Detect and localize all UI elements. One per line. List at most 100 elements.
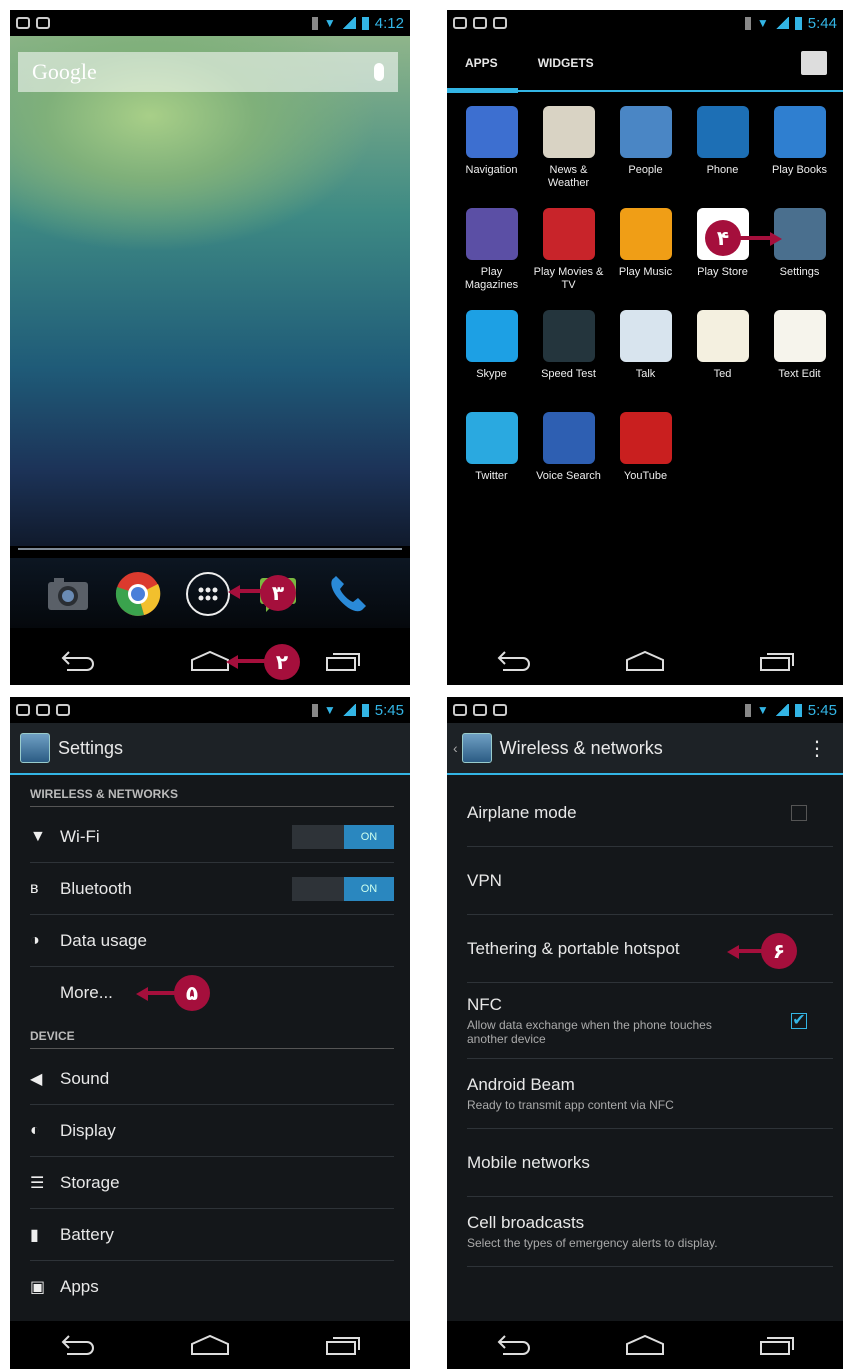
people-icon	[619, 106, 672, 158]
overflow-menu-icon[interactable]: ⋮	[807, 736, 827, 761]
play-store-shortcut-icon[interactable]	[801, 51, 827, 75]
home-button[interactable]	[615, 1330, 675, 1360]
setting-nfc[interactable]: NFC Allow data exchange when the phone t…	[467, 983, 833, 1059]
notification-icon	[16, 17, 30, 29]
battery-icon	[361, 703, 369, 717]
dock-divider	[18, 548, 402, 550]
app-talk[interactable]: Talk	[607, 310, 684, 412]
app-ted[interactable]: Ted	[684, 310, 761, 412]
tab-apps[interactable]: APPS	[447, 35, 518, 93]
app-play-music[interactable]: Play Music	[607, 208, 684, 310]
setting-cell-broadcasts[interactable]: Cell broadcasts Select the types of emer…	[467, 1197, 833, 1267]
recents-button[interactable]	[747, 646, 807, 676]
setting-android-beam[interactable]: Android Beam Ready to transmit app conte…	[467, 1059, 833, 1129]
home-button[interactable]	[180, 1330, 240, 1360]
settings-icon[interactable]	[461, 733, 492, 763]
bluetooth-toggle[interactable]: ON	[292, 876, 394, 901]
settings-item-sound[interactable]: ◀ Sound	[30, 1053, 394, 1105]
settings-item-more[interactable]: More...	[30, 967, 394, 1019]
settings-item-data-usage[interactable]: ◑ Data usage	[30, 915, 394, 967]
navigation-icon	[465, 106, 518, 158]
setting-vpn[interactable]: VPN	[467, 847, 833, 915]
notification-icon	[56, 704, 70, 716]
app-play-magazines[interactable]: Play Magazines	[453, 208, 530, 310]
recents-button[interactable]	[313, 1330, 373, 1360]
notification-icon	[493, 17, 507, 29]
android-beam-label: Android Beam	[467, 1075, 575, 1094]
app-navigation[interactable]: Navigation	[453, 106, 530, 208]
app-text-edit[interactable]: Text Edit	[761, 310, 838, 412]
mobile-networks-label: Mobile networks	[467, 1152, 590, 1172]
signal-icon	[774, 704, 789, 716]
app-skype[interactable]: Skype	[453, 310, 530, 412]
app-twitter[interactable]: Twitter	[453, 412, 530, 514]
youtube-icon	[619, 412, 672, 464]
app-label: Twitter	[475, 470, 508, 482]
airplane-mode-checkbox[interactable]	[791, 804, 807, 821]
settings-item-display[interactable]: ◐ Display	[30, 1105, 394, 1157]
wifi-label: Wi-Fi	[60, 826, 100, 846]
android-beam-summary: Ready to transmit app content via NFC	[467, 1098, 674, 1112]
nfc-checkbox[interactable]: ✔	[791, 1012, 807, 1029]
download-icon	[36, 704, 50, 716]
navigation-bar	[10, 1321, 410, 1369]
section-header-wireless: WIRELESS & NETWORKS	[30, 781, 394, 807]
settings-item-bluetooth[interactable]: ʙ Bluetooth ON	[30, 863, 394, 915]
back-button[interactable]	[483, 1330, 543, 1360]
setting-airplane-mode[interactable]: Airplane mode	[467, 779, 833, 847]
settings-item-battery[interactable]: ▮ Battery	[30, 1209, 394, 1261]
chat-icon	[453, 704, 467, 716]
back-button[interactable]	[47, 646, 107, 676]
sound-label: Sound	[60, 1068, 110, 1088]
storage-label: Storage	[60, 1172, 120, 1192]
app-voice-search[interactable]: Voice Search	[530, 412, 607, 514]
recents-button[interactable]	[313, 646, 373, 676]
twitter-icon	[465, 412, 518, 464]
vibrate-icon	[311, 703, 318, 717]
settings-item-storage[interactable]: ☰ Storage	[30, 1157, 394, 1209]
back-button[interactable]	[47, 1330, 107, 1360]
app-people[interactable]: People	[607, 106, 684, 208]
app-play-movies[interactable]: Play Movies & TV	[530, 208, 607, 310]
signal-icon	[341, 17, 356, 29]
chrome-icon[interactable]	[114, 570, 162, 618]
app-youtube[interactable]: YouTube	[607, 412, 684, 514]
settings-icon	[20, 733, 50, 763]
battery-settings-icon: ▮	[30, 1226, 39, 1244]
app-phone[interactable]: Phone	[684, 106, 761, 208]
apps-icon: ▣	[30, 1279, 46, 1296]
all-apps-icon[interactable]	[184, 570, 232, 618]
app-play-books[interactable]: Play Books	[761, 106, 838, 208]
phone-dock-icon[interactable]	[324, 570, 372, 618]
wifi-toggle[interactable]: ON	[292, 824, 394, 849]
more-label: More...	[60, 983, 113, 1002]
microphone-icon[interactable]	[374, 63, 384, 81]
app-label: Ted	[713, 368, 732, 380]
setting-mobile-networks[interactable]: Mobile networks	[467, 1129, 833, 1197]
settings-panel: ▼ 5:45 Settings WIRELESS & NETWORKS ▼ Wi…	[10, 697, 410, 1369]
app-news-weather[interactable]: News & Weather	[530, 106, 607, 208]
settings-item-apps[interactable]: ▣ Apps	[30, 1261, 394, 1313]
back-button[interactable]	[483, 646, 543, 676]
action-bar: Settings	[10, 723, 410, 775]
nfc-label: NFC	[467, 995, 502, 1014]
camera-icon[interactable]	[44, 570, 92, 618]
app-label: Play Store	[697, 266, 748, 278]
app-settings[interactable]: Settings	[761, 208, 838, 310]
app-speed-test[interactable]: Speed Test	[530, 310, 607, 412]
google-search-bar[interactable]: Google	[18, 52, 398, 92]
wireless-networks-panel: ▼ 5:45 ‹ Wireless & networks ⋮ Airplane …	[447, 697, 843, 1369]
bluetooth-label: Bluetooth	[60, 878, 132, 898]
status-bar: ▼ 5:45	[10, 697, 410, 723]
home-screen-panel: ▼ 4:12 Google ۳ ۲	[10, 10, 410, 685]
tab-widgets[interactable]: WIDGETS	[538, 35, 594, 91]
clock: 5:45	[374, 701, 404, 719]
cell-broadcasts-label: Cell broadcasts	[467, 1213, 585, 1232]
settings-item-wifi[interactable]: ▼ Wi-Fi ON	[30, 811, 394, 863]
phone-icon	[696, 106, 749, 158]
recents-button[interactable]	[747, 1330, 807, 1360]
app-label: Play Books	[771, 164, 828, 176]
home-button[interactable]	[615, 646, 675, 676]
navigation-bar	[447, 637, 843, 685]
up-chevron-icon[interactable]: ‹	[453, 740, 458, 756]
